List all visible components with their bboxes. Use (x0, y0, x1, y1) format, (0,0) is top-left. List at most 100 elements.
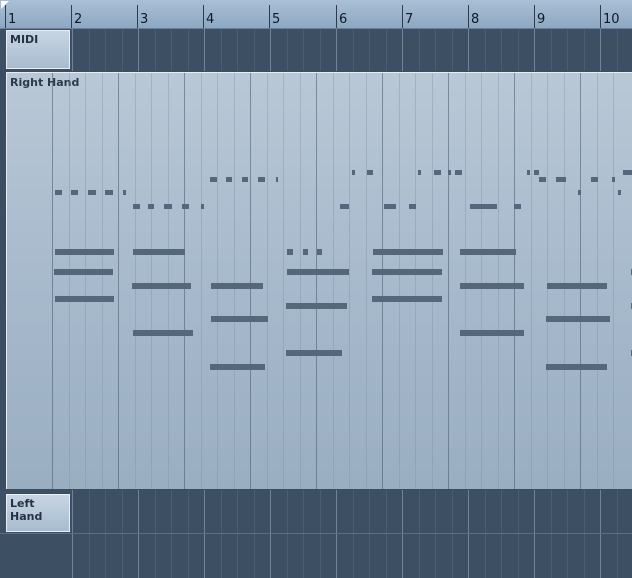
grid-line (105, 29, 106, 71)
grid-line (448, 73, 449, 489)
grid-line (204, 29, 205, 71)
midi-note[interactable] (460, 283, 524, 289)
midi-note[interactable] (591, 177, 598, 182)
left-hand-part-label: Left Hand (10, 497, 43, 523)
right-hand-part[interactable]: Right Hand (6, 72, 632, 489)
midi-note[interactable] (226, 177, 232, 182)
midi-note[interactable] (460, 249, 516, 255)
midi-note[interactable] (352, 170, 355, 175)
grid-line (254, 490, 255, 578)
grid-line (151, 73, 152, 489)
grid-line (567, 29, 568, 71)
midi-note[interactable] (286, 303, 347, 309)
midi-note[interactable] (88, 190, 96, 195)
grid-line (452, 490, 453, 578)
midi-note[interactable] (623, 170, 632, 175)
bar-number-1: 1 (8, 12, 17, 27)
midi-note[interactable] (287, 249, 293, 255)
midi-note[interactable] (210, 177, 217, 182)
grid-line (138, 490, 139, 578)
grid-line (399, 73, 400, 489)
bar-tick (203, 5, 204, 28)
bar-tick (137, 5, 138, 28)
left-hand-part[interactable]: Left Hand (6, 494, 70, 532)
midi-note[interactable] (182, 204, 189, 209)
midi-note[interactable] (527, 170, 530, 175)
midi-note[interactable] (201, 204, 204, 209)
left-hand-track-lane[interactable]: Left Hand (0, 490, 632, 578)
grid-line (237, 29, 238, 71)
grid-line (518, 490, 519, 578)
grid-line (270, 490, 271, 578)
grid-line (320, 29, 321, 71)
midi-note[interactable] (418, 170, 421, 175)
midi-note[interactable] (384, 204, 396, 209)
grid-line (118, 73, 119, 489)
midi-note[interactable] (258, 177, 265, 182)
midi-note[interactable] (539, 177, 546, 182)
grid-line (270, 29, 271, 71)
midi-note[interactable] (210, 364, 265, 370)
midi-note[interactable] (211, 283, 263, 289)
midi-note[interactable] (448, 170, 451, 175)
midi-note[interactable] (286, 350, 342, 356)
midi-note[interactable] (372, 269, 442, 275)
grid-line (102, 73, 103, 489)
midi-note[interactable] (148, 204, 154, 209)
midi-note[interactable] (242, 177, 248, 182)
midi-note[interactable] (132, 283, 191, 289)
bar-tick (468, 5, 469, 28)
midi-note[interactable] (373, 249, 443, 255)
midi-note[interactable] (460, 330, 524, 336)
grid-line (287, 490, 288, 578)
midi-note[interactable] (133, 330, 193, 336)
grid-line (155, 29, 156, 71)
midi-note[interactable] (372, 296, 442, 302)
midi-note[interactable] (164, 204, 172, 209)
grid-line (188, 29, 189, 71)
grid-line (452, 29, 453, 71)
midi-note[interactable] (618, 190, 621, 195)
midi-note[interactable] (54, 269, 113, 275)
timeline-ruler[interactable]: 1 2 3 4 5 6 7 8 9 10 (0, 0, 632, 29)
grid-line (138, 29, 139, 71)
midi-note[interactable] (105, 190, 113, 195)
grid-line (267, 73, 268, 489)
midi-part[interactable]: MIDI (6, 30, 70, 69)
midi-note[interactable] (303, 249, 308, 255)
midi-note[interactable] (133, 249, 185, 255)
midi-note[interactable] (455, 170, 462, 175)
midi-note[interactable] (434, 170, 441, 175)
midi-note[interactable] (317, 249, 322, 255)
midi-track-lane[interactable]: MIDI (0, 29, 632, 71)
midi-note[interactable] (409, 204, 416, 209)
midi-note[interactable] (55, 249, 114, 255)
midi-note[interactable] (547, 283, 607, 289)
midi-note[interactable] (367, 170, 373, 175)
midi-note[interactable] (470, 204, 497, 209)
midi-note[interactable] (211, 316, 268, 322)
midi-note[interactable] (71, 190, 78, 195)
midi-note[interactable] (123, 190, 126, 195)
grid-line (481, 73, 482, 489)
midi-note[interactable] (534, 170, 539, 175)
grid-line (353, 490, 354, 578)
midi-note[interactable] (133, 204, 140, 209)
midi-note[interactable] (276, 177, 278, 182)
midi-note[interactable] (55, 190, 62, 195)
bar-number-9: 9 (537, 12, 546, 27)
midi-note[interactable] (55, 296, 114, 302)
midi-note[interactable] (340, 204, 349, 209)
midi-note[interactable] (556, 177, 566, 182)
midi-note[interactable] (578, 190, 581, 195)
midi-note[interactable] (514, 204, 521, 209)
midi-note[interactable] (612, 177, 615, 182)
grid-line (333, 73, 334, 489)
midi-note[interactable] (287, 269, 349, 275)
midi-note[interactable] (546, 364, 607, 370)
grid-line (564, 73, 565, 489)
grid-line (551, 490, 552, 578)
grid-line (320, 490, 321, 578)
bar-tick (5, 5, 6, 28)
midi-note[interactable] (546, 316, 610, 322)
